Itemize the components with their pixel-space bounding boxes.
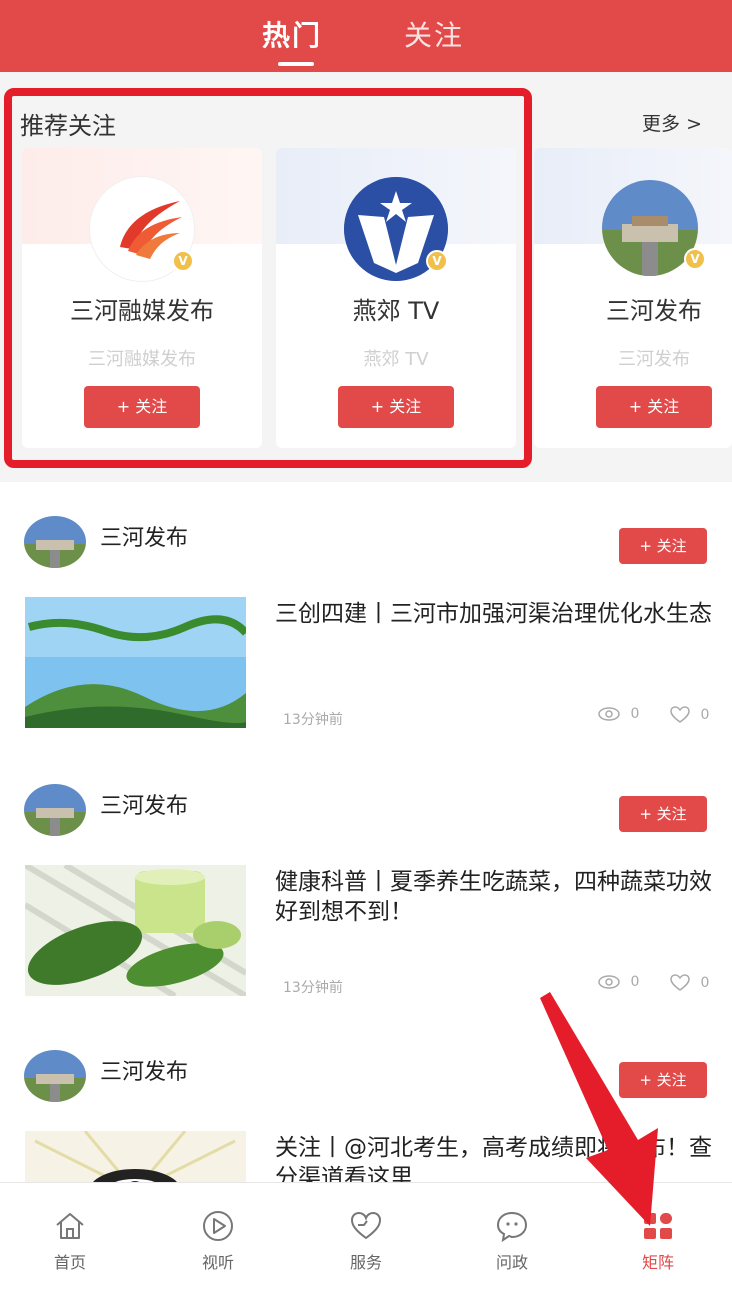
- nav-item-politics[interactable]: 问政: [472, 1209, 552, 1273]
- follow-button[interactable]: + 关注: [84, 386, 200, 428]
- article-title[interactable]: 三创四建丨三河市加强河渠治理优化水生态: [275, 599, 715, 629]
- active-tab-indicator: [278, 62, 314, 66]
- eye-icon: [598, 975, 620, 989]
- heart-icon: [350, 1211, 382, 1240]
- card-name: 三河发布: [606, 297, 702, 325]
- recommend-title: 推荐关注: [20, 112, 116, 140]
- card-subtitle: 三河融媒发布: [88, 349, 196, 370]
- eye-icon: [598, 707, 620, 721]
- nav-label: 矩阵: [641, 1253, 674, 1272]
- nav-item-video[interactable]: 视听: [178, 1209, 258, 1273]
- top-header: 热门 关注: [0, 0, 732, 72]
- article-title[interactable]: 关注丨@河北考生，高考成绩即将公布！查分渠道看这里: [275, 1133, 715, 1182]
- card-subtitle: 燕郊 TV: [363, 349, 429, 370]
- article-thumbnail[interactable]: [25, 597, 246, 728]
- verified-badge-icon: V: [426, 250, 448, 272]
- feed-item[interactable]: 三河发布 + 关注 关注丨@河北考生，高考成绩即将公布！查分渠道看这里: [0, 1020, 732, 1182]
- article-title[interactable]: 健康科普丨夏季养生吃蔬菜，四种蔬菜功效好到想不到！: [275, 867, 715, 927]
- card-subtitle: 三河发布: [618, 349, 690, 370]
- author-avatar-icon[interactable]: [24, 516, 86, 568]
- author-avatar-icon[interactable]: [24, 1050, 86, 1102]
- follow-button[interactable]: + 关注: [619, 528, 707, 564]
- nav-label: 视听: [201, 1253, 234, 1272]
- view-count: 0: [598, 706, 639, 722]
- post-time: 13分钟前: [283, 980, 343, 996]
- recommend-card[interactable]: V 燕郊 TV 燕郊 TV + 关注: [276, 148, 516, 448]
- nav-item-service[interactable]: 服务: [326, 1209, 406, 1273]
- like-count[interactable]: 0: [670, 706, 709, 724]
- recommend-card[interactable]: V 三河发布 三河发布 + 关注: [534, 148, 732, 448]
- author-name[interactable]: 三河发布: [100, 520, 188, 552]
- like-count-value: 0: [700, 975, 710, 991]
- follow-button[interactable]: + 关注: [596, 386, 712, 428]
- recommend-card[interactable]: V 三河融媒发布 三河融媒发布 + 关注: [22, 148, 262, 448]
- article-thumbnail[interactable]: [25, 1131, 246, 1182]
- feed-item[interactable]: 三河发布 + 关注 健康科普丨夏季养生吃蔬菜，四种蔬菜功效好到想不到！ 13分钟…: [0, 754, 732, 1022]
- like-heart-icon[interactable]: [670, 974, 690, 992]
- app-screen: 热门 关注 推荐关注 更多 > V 三河融媒发布 三河融媒发布 + 关注 V 燕…: [0, 0, 732, 1304]
- verified-badge-icon: V: [684, 248, 706, 270]
- card-name: 燕郊 TV: [352, 297, 440, 325]
- tab-follow[interactable]: 关注: [404, 14, 464, 54]
- nav-item-home[interactable]: 首页: [30, 1209, 110, 1273]
- recommend-section: 推荐关注 更多 > V 三河融媒发布 三河融媒发布 + 关注 V 燕郊 TV 燕…: [0, 72, 732, 482]
- play-icon: [203, 1211, 233, 1241]
- post-time: 13分钟前: [283, 712, 343, 728]
- tab-hot[interactable]: 热门: [262, 14, 322, 54]
- like-count-value: 0: [700, 707, 710, 723]
- like-heart-icon[interactable]: [670, 706, 690, 724]
- author-name[interactable]: 三河发布: [100, 1054, 188, 1086]
- view-count-value: 0: [630, 974, 640, 990]
- follow-button[interactable]: + 关注: [338, 386, 454, 428]
- article-thumbnail[interactable]: [25, 865, 246, 996]
- author-name[interactable]: 三河发布: [100, 788, 188, 820]
- nav-item-matrix[interactable]: 矩阵: [618, 1209, 698, 1273]
- grid-icon: [644, 1213, 672, 1239]
- follow-button[interactable]: + 关注: [619, 1062, 707, 1098]
- like-count[interactable]: 0: [670, 974, 709, 992]
- nav-label: 首页: [53, 1253, 86, 1272]
- feed-item[interactable]: 三河发布 + 关注 三创四建丨三河市加强河渠治理优化水生态 13分钟前 0 0: [0, 486, 732, 754]
- author-avatar-icon[interactable]: [24, 784, 86, 836]
- verified-badge-icon: V: [172, 250, 194, 272]
- home-icon: [56, 1213, 84, 1239]
- more-link[interactable]: 更多 >: [642, 109, 702, 136]
- card-name: 三河融媒发布: [70, 297, 214, 325]
- view-count-value: 0: [630, 706, 640, 722]
- chat-icon: [496, 1211, 528, 1243]
- nav-label: 服务: [349, 1253, 382, 1272]
- view-count: 0: [598, 974, 639, 990]
- follow-button[interactable]: + 关注: [619, 796, 707, 832]
- nav-label: 问政: [495, 1253, 528, 1272]
- bottom-nav: 首页 视听 服务 问政 矩阵: [0, 1182, 732, 1304]
